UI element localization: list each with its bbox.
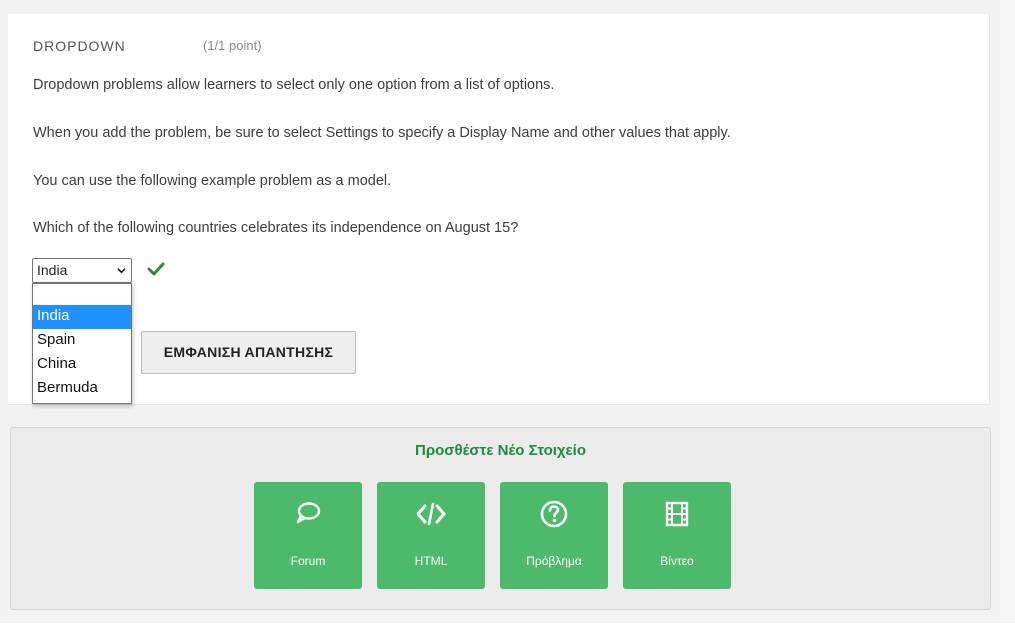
show-answer-button[interactable]: ΕΜΦΑΝΙΣΗ ΑΠΑΝΤΗΣΗΣ: [141, 331, 356, 374]
dropdown-option-china[interactable]: China: [33, 353, 131, 377]
add-video-label: Βίντεο: [660, 554, 694, 568]
checkmark-icon: [147, 262, 165, 276]
problem-header: DROPDOWN: [33, 38, 126, 54]
problem-points: (1/1 point): [203, 38, 262, 53]
page-right-strip: [1000, 0, 1015, 635]
add-html-label: HTML: [414, 554, 448, 568]
chevron-down-icon: [117, 268, 126, 274]
problem-title: DROPDOWN: [33, 38, 126, 54]
code-icon: [416, 502, 446, 526]
add-forum-label: Forum: [290, 554, 326, 568]
speech-bubble-icon: [296, 502, 321, 524]
problem-instructions: When you add the problem, be sure to sel…: [33, 125, 731, 141]
bottom-strip: [0, 623, 1015, 635]
country-select[interactable]: India: [32, 258, 132, 283]
problem-question: Which of the following countries celebra…: [33, 220, 519, 236]
add-problem-button[interactable]: Πρόβλημα: [500, 482, 608, 589]
question-circle-icon: [540, 500, 568, 528]
add-new-component-panel: Προσθέστε Νέο Στοιχείο Forum HTML Πρόβλη…: [10, 427, 991, 610]
add-panel-title: Προσθέστε Νέο Στοιχείο: [414, 442, 587, 459]
add-problem-label: Πρόβλημα: [526, 554, 582, 568]
dropdown-option-bermuda[interactable]: Bermuda: [33, 377, 131, 401]
problem-description: Dropdown problems allow learners to sele…: [33, 77, 555, 93]
add-forum-button[interactable]: Forum: [254, 482, 362, 589]
country-select-value: India: [37, 262, 68, 278]
film-icon: [665, 501, 689, 527]
dropdown-option-spain[interactable]: Spain: [33, 329, 131, 353]
problem-model-note: You can use the following example proble…: [33, 173, 392, 189]
country-dropdown-list: India Spain China Bermuda: [32, 283, 132, 404]
add-html-button[interactable]: HTML: [377, 482, 485, 589]
dropdown-option-india[interactable]: India: [33, 305, 131, 329]
add-video-button[interactable]: Βίντεο: [623, 482, 731, 589]
